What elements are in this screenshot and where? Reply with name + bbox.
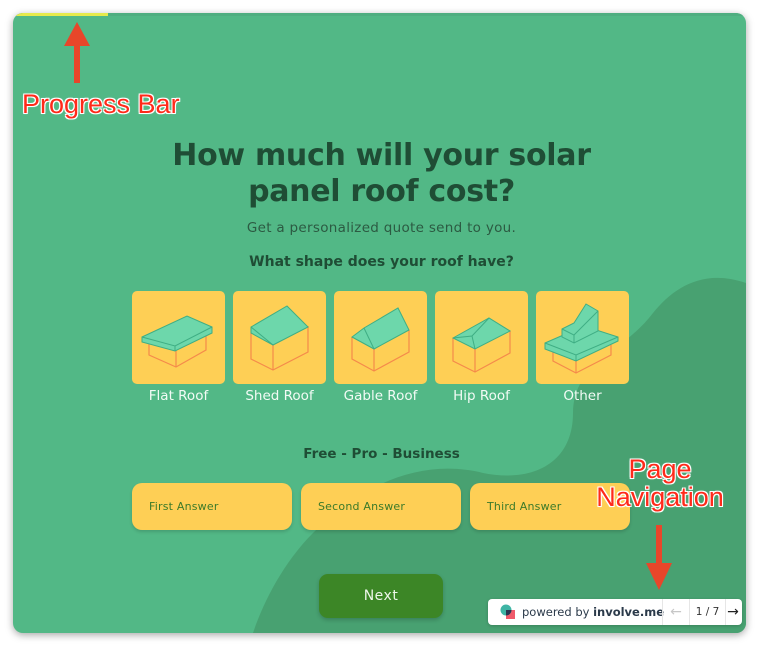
other-roof-icon [544,303,619,374]
progress-bar-annotation-arrow-icon [64,22,90,83]
roof-option-card[interactable] [334,291,427,384]
powered-by-link[interactable]: powered by involve.me [488,599,664,625]
powered-by-label: powered by [522,605,594,619]
hip-roof-icon [451,317,512,373]
next-page-button[interactable]: → [724,599,742,625]
progress-bar-fill [13,13,109,16]
roof-option-label: Other [563,388,602,404]
roof-option-flat[interactable]: Flat Roof [132,291,225,404]
previous-page-button[interactable]: ← [662,599,689,625]
progress-bar-annotation: Progress Bar [22,89,180,119]
involve-me-logo-icon [500,604,515,619]
shed-roof-icon [250,305,309,371]
roof-option-other[interactable]: Other [536,291,629,404]
annotation-line-2: Navigation [596,482,724,512]
roof-option-hip[interactable]: Hip Roof [435,291,528,404]
page-navigation-annotation-arrow-icon [646,525,672,590]
title-line-2: panel roof cost? [248,174,515,209]
footer-navigation: powered by involve.me ← 1 / 7 → [488,599,742,625]
powered-by-text: powered by involve.me [522,605,664,619]
roof-option-label: Shed Roof [245,388,314,404]
roof-option-card[interactable] [435,291,528,384]
progress-bar [13,13,746,16]
roof-option-label: Flat Roof [148,388,209,404]
roof-option-card[interactable] [132,291,225,384]
roof-question-label: What shape does your roof have? [249,254,514,270]
title-line-1: How much will your solar [172,138,591,173]
roof-option-gable[interactable]: Gable Roof [334,291,427,404]
answer-label: Third Answer [487,500,562,513]
answer-second[interactable]: Second Answer [301,483,461,530]
annotation-line-1: Page [628,454,692,484]
answer-label: First Answer [149,500,219,513]
brand-name: involve.me [593,605,665,619]
roof-option-shed[interactable]: Shed Roof [233,291,326,404]
page-navigation-annotation: Page Navigation [595,455,725,511]
subtitle: Get a personalized quote send to you. [246,220,517,236]
arrow-right-icon: → [727,604,739,620]
answer-label: Second Answer [318,500,406,513]
page-title: How much will your solar panel roof cost… [13,138,746,210]
roof-option-card[interactable] [233,291,326,384]
next-button[interactable]: Next [319,574,443,618]
page-indicator: 1 / 7 [689,599,726,625]
roof-option-label: Gable Roof [343,388,418,404]
flat-roof-icon [141,315,213,368]
gable-roof-icon [351,307,410,372]
answer-first[interactable]: First Answer [132,483,292,530]
arrow-left-icon: ← [670,604,682,620]
roof-option-card[interactable] [536,291,629,384]
roof-option-label: Hip Roof [453,388,510,404]
